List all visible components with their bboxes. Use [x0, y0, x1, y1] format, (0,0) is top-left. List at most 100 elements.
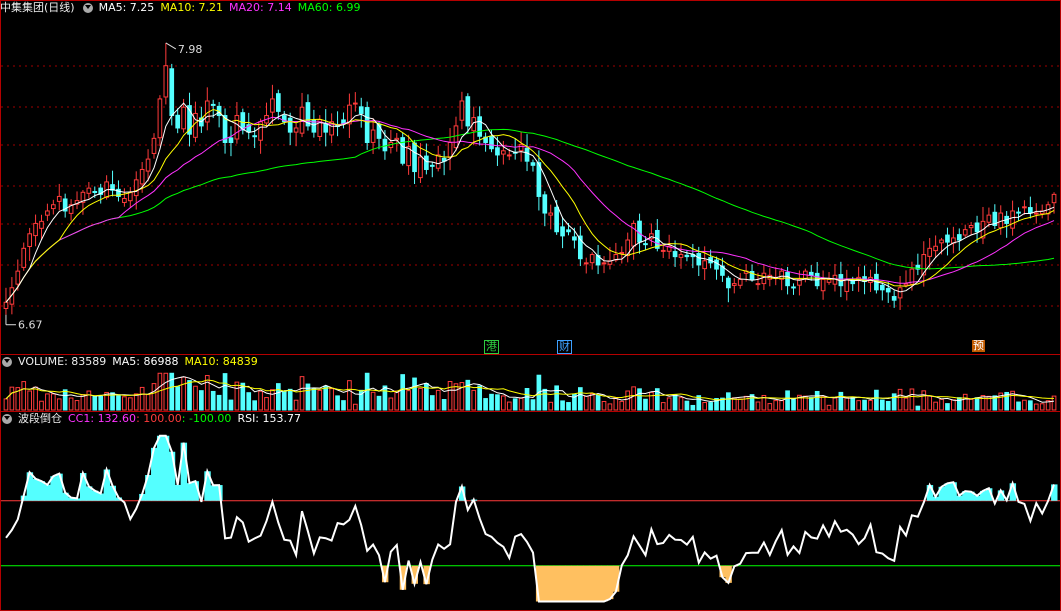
candle [956, 234, 962, 241]
candle [879, 284, 885, 291]
volume-bar [814, 390, 820, 411]
candle [86, 187, 92, 194]
candle [122, 198, 127, 203]
candle [133, 179, 139, 197]
candle [939, 239, 944, 244]
candle [234, 115, 240, 140]
candle [139, 168, 145, 185]
candle [127, 191, 133, 202]
volume-bar [264, 397, 269, 411]
volume-bar [370, 391, 376, 411]
volume-bar [364, 372, 370, 411]
event-tag-finance[interactable]: 财 [557, 340, 572, 354]
volume-bar [577, 387, 583, 411]
candle [737, 278, 743, 286]
volume-bar [927, 395, 933, 411]
volume-bar [388, 397, 394, 411]
volume-bar [163, 372, 169, 411]
volume-bar [139, 386, 145, 411]
stock-chart: 7.98 6.67 [0, 0, 1061, 611]
volume-bar [495, 394, 500, 411]
volume-bar [441, 399, 447, 411]
candle [27, 233, 32, 247]
volume-bar [915, 405, 921, 411]
candle [1033, 212, 1039, 215]
volume-bar [838, 391, 844, 411]
volume-bar [62, 389, 68, 411]
candle [204, 100, 210, 123]
overbought-fill [56, 473, 63, 501]
volume-bar [607, 403, 613, 411]
oversold-fill [583, 565, 590, 602]
candle [293, 127, 299, 133]
high-price-label: 7.98 [178, 43, 203, 56]
candle [643, 243, 648, 246]
volume-bar [512, 398, 518, 411]
candle [1022, 206, 1027, 209]
oversold-fill [577, 565, 584, 602]
volume-bar [293, 399, 299, 411]
volume-bar [317, 389, 323, 411]
volume-bar [252, 400, 257, 411]
volume-bar [921, 390, 927, 411]
candle [50, 204, 56, 210]
volume-bar [951, 399, 956, 411]
candle [702, 260, 708, 270]
overbought-fill [168, 451, 176, 501]
volume-bar [560, 400, 565, 411]
candle [477, 116, 483, 137]
candle [554, 206, 559, 233]
volume-bar [122, 396, 127, 411]
oversold-fill [565, 565, 572, 602]
candle [945, 234, 950, 243]
volume-bar [962, 393, 968, 411]
candle [447, 142, 453, 159]
candle [459, 100, 465, 121]
volume-bar [945, 403, 950, 411]
volume-bar [678, 397, 684, 411]
candle [453, 125, 459, 149]
candle [572, 236, 577, 241]
volume-bar [767, 403, 773, 411]
candle [323, 122, 329, 133]
oversold-fill [606, 565, 614, 600]
oversold-fill [601, 565, 608, 602]
volume-bar [785, 390, 790, 411]
volume-bar [773, 400, 779, 411]
candle [560, 226, 565, 237]
volume-bar [779, 400, 784, 411]
volume-bar [287, 388, 293, 411]
volume-bar [258, 390, 263, 411]
volume-bar [649, 391, 654, 411]
candle [465, 96, 471, 127]
volume-bar [583, 395, 589, 411]
volume-bar [33, 386, 38, 411]
volume-bar [589, 393, 595, 411]
volume-bar [418, 387, 423, 411]
volume-bar [50, 393, 56, 411]
volume-bar [45, 393, 50, 411]
volume-bar [595, 394, 601, 411]
volume-bar [755, 401, 761, 411]
candle [660, 249, 666, 252]
candle [696, 252, 702, 266]
volume-bar [435, 389, 441, 411]
volume-bar [1039, 403, 1045, 411]
overbought-fill [162, 435, 170, 501]
candle [145, 158, 151, 172]
volume-bar [566, 402, 571, 411]
event-tag-forecast[interactable]: 预 [972, 340, 985, 352]
candle [382, 138, 388, 152]
volume-bar [879, 399, 885, 411]
volume-bar [335, 395, 340, 411]
event-tag-hk[interactable]: 港 [484, 340, 499, 354]
candle [21, 247, 27, 268]
candle [56, 195, 62, 202]
volume-bar [323, 385, 329, 411]
volume-bar [666, 397, 672, 411]
volume-bar [400, 374, 406, 411]
candle [998, 212, 1004, 229]
oversold-fill [553, 565, 561, 602]
volume-bar [684, 400, 690, 411]
candle [501, 150, 506, 155]
